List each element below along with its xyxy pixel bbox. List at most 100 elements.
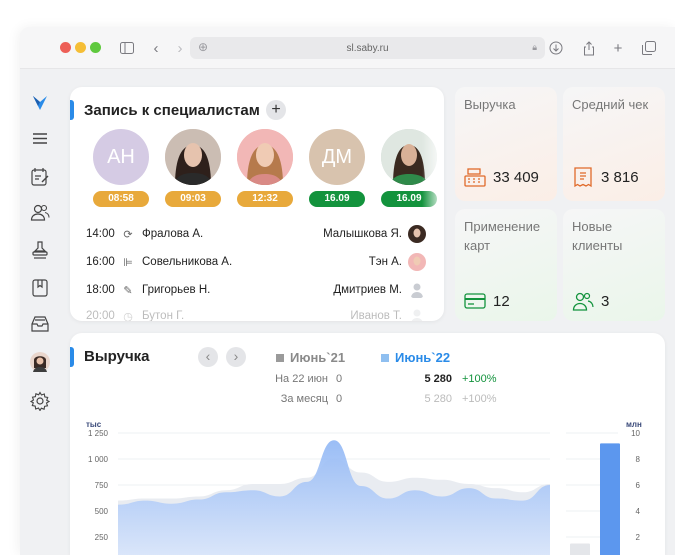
appointments-card: Запись к специалистам + АН 08:58 09:03 1… [70,87,444,321]
users-icon[interactable] [29,202,51,224]
y-tick-left: 1 000 [88,455,109,464]
revenue-title: Выручка [84,348,150,365]
profile-avatar[interactable] [29,351,51,373]
browser-window: ‹ › ⊕ sl.saby.ru 🔒︎ + Запись к специалис… [20,27,675,555]
delta-value: +100% [462,373,497,385]
appointment-time: 18:00 [86,284,115,296]
appointment-specialist: Тэн А. [368,256,402,268]
y-tick-left: 500 [95,507,109,516]
legend-prev: Июнь`21 [276,350,345,365]
specialist-card[interactable]: 09:03 [165,129,221,209]
kpi-value: 3 [601,293,610,310]
prev-period-button[interactable]: ‹ [198,347,218,367]
new-clients-icon [572,290,594,312]
right-bar [600,443,620,555]
kpi-new-clients-tile[interactable]: Новые клиенты 3 [563,209,665,321]
specialist-time-badge: 12:32 [237,191,293,207]
new-tab-icon[interactable]: + [609,38,627,58]
gear-icon[interactable] [29,390,51,412]
back-icon[interactable]: ‹ [148,38,164,58]
appointment-client: Фралова А. [142,228,204,240]
inbox-icon[interactable] [29,313,51,335]
appointment-row[interactable]: 18:00 ✎ Григорьев Н. Дмитриев М. [86,280,426,300]
specialist-mini-avatar [408,225,426,243]
legend-cur-label: Июнь`22 [395,350,451,365]
lock-icon: 🔒︎ [532,42,537,52]
kpi-average-check-tile[interactable]: Средний чек 3 816 [563,87,665,201]
tabs-overview-icon[interactable] [640,38,658,58]
url-text: sl.saby.ru [346,42,389,54]
kpi-cards-tile[interactable]: Применение карт 12 [455,209,557,321]
calendar-icon[interactable] [29,166,51,188]
prev-value: 0 [336,373,343,385]
specialist-time-badge: 08:58 [93,191,149,207]
prev-value: 0 [336,393,343,405]
cur-value: 5 280 [424,393,452,405]
share-icon[interactable] [580,38,598,58]
next-period-button[interactable]: › [226,347,246,367]
specialist-initials: ДМ [321,145,353,168]
kpi-value: 3 816 [601,169,639,186]
sidebar-toggle-icon[interactable] [118,38,136,58]
address-bar[interactable]: ⊕ sl.saby.ru 🔒︎ [190,37,545,59]
legend-prev-label: Июнь`21 [290,350,346,365]
book-icon[interactable] [29,277,51,299]
specialist-card[interactable]: ДМ 16.09 [309,129,365,209]
cur-value: 5 280 [424,373,452,385]
appointment-time: 14:00 [86,228,115,240]
appointment-client: Григорьев Н. [142,284,211,296]
repeat-icon: ⟳ [123,228,133,241]
add-appointment-button[interactable]: + [266,100,286,120]
y-tick-right: 10 [631,429,640,438]
menu-icon[interactable] [29,127,51,149]
specialist-card[interactable]: АН 08:58 [93,129,149,209]
zoom-window-dot[interactable] [90,42,101,53]
specialist-avatar: ДМ [309,129,365,185]
appointment-time: 16:00 [86,256,115,268]
browser-toolbar: ‹ › ⊕ sl.saby.ru 🔒︎ + [20,27,675,69]
delta-value: +100% [462,393,497,405]
specialist-mini-avatar [408,307,426,321]
specialist-card[interactable]: 12:32 [237,129,293,209]
appointment-row[interactable]: 20:00 ◷ Бутон Г. Иванов Т. [86,306,426,321]
cur-year-area [118,440,550,555]
appointment-row[interactable]: 16:00 ⊫ Совельникова А. Тэн А. [86,252,426,272]
specialist-avatar [237,129,293,185]
kpi-value: 33 409 [493,169,539,186]
appointments-title: Запись к специалистам [84,102,260,119]
specialist-time-badge: 16.09 [309,191,365,207]
y-tick-left: 250 [95,533,109,542]
right-bar [570,543,590,555]
close-window-dot[interactable] [60,42,71,53]
revenue-chart: 1 250 1 000 750 500 250 10 8 6 4 2 [88,429,641,555]
specialist-initials: АН [107,145,135,168]
card-icon [464,290,486,312]
kpi-label: Средний чек [572,97,649,112]
y-tick-right: 8 [636,455,641,464]
y-tick-right: 4 [636,507,641,516]
stamp-icon[interactable] [29,239,51,261]
legend-prev-swatch [276,354,284,362]
specialist-avatar: АН [93,129,149,185]
clock-icon: ◷ [123,310,133,322]
forward-icon[interactable]: › [172,38,188,58]
revenue-card: Выручка ‹ › Июнь`21 Июнь`22 На 22 июн 0 … [70,333,665,555]
edit-icon: ✎ [123,284,133,297]
download-icon[interactable] [547,38,565,58]
minimize-window-dot[interactable] [75,42,86,53]
kpi-revenue-tile[interactable]: Выручка 33 409 [455,87,557,201]
period-label: За месяц [280,393,328,405]
appointment-time: 20:00 [86,310,115,321]
legend-cur-swatch [381,354,389,362]
appointment-row[interactable]: 14:00 ⟳ Фралова А. Малышкова Я. [86,224,426,244]
appointment-client: Совельникова А. [142,256,233,268]
logo-icon[interactable] [29,91,51,113]
cash-register-icon [464,166,486,188]
privacy-icon: ⊕ [198,40,209,54]
kpi-label: Выручка [464,97,516,112]
app-sidebar [20,69,60,555]
card-accent [70,100,74,120]
specialist-time-badge: 09:03 [165,191,221,207]
y-tick-left: 750 [95,481,109,490]
y-tick-right: 6 [636,481,641,490]
